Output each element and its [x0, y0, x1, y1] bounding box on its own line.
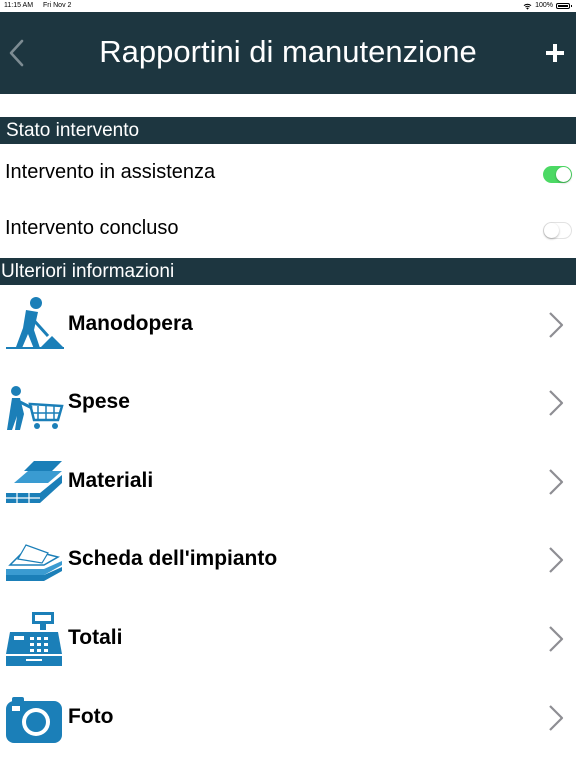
menu-item-scheda[interactable]: Scheda dell'impianto: [0, 521, 576, 599]
toggle-label: Intervento in assistenza: [5, 161, 216, 183]
page-title: Rapportini di manutenzione: [99, 34, 477, 69]
nav-bar: Rapportini di manutenzione: [0, 12, 576, 94]
bricks-icon: [6, 461, 62, 503]
menu-item-foto[interactable]: Foto: [0, 679, 576, 757]
toggle-knob: [544, 223, 559, 238]
worker-shovel-icon: [6, 297, 64, 349]
menu-item-label: Totali: [68, 626, 123, 649]
menu-item-label: Materiali: [68, 469, 154, 492]
menu-item-totali[interactable]: Totali: [0, 600, 576, 678]
battery-icon: [556, 3, 572, 9]
menu-item-label: Foto: [68, 705, 114, 728]
chevron-right-icon: [549, 547, 564, 573]
chevron-right-icon: [549, 469, 564, 495]
plus-icon[interactable]: [544, 42, 566, 64]
status-date: Fri Nov 2: [43, 2, 72, 9]
battery-percent: 100%: [535, 2, 553, 9]
chevron-right-icon: [549, 626, 564, 652]
toggle-switch-concluso[interactable]: [543, 222, 572, 239]
status-time: 11:15 AM: [4, 2, 34, 9]
section-header-ulteriori: Ulteriori informazioni: [0, 258, 576, 285]
toggle-label: Intervento concluso: [5, 217, 179, 239]
toggle-knob: [556, 167, 571, 182]
chevron-right-icon: [549, 705, 564, 731]
camera-icon: [6, 697, 62, 743]
toggle-switch-assistenza[interactable]: [543, 166, 572, 183]
section-title: Stato intervento: [6, 120, 140, 141]
section-header-stato: Stato intervento: [0, 117, 576, 144]
chevron-right-icon: [549, 390, 564, 416]
section-title: Ulteriori informazioni: [1, 261, 175, 282]
menu-item-label: Scheda dell'impianto: [68, 547, 278, 570]
toggle-row-concluso: Intervento concluso: [0, 203, 576, 255]
cash-register-icon: [6, 612, 62, 666]
menu-item-manodopera[interactable]: Manodopera: [0, 286, 576, 364]
menu-item-spese[interactable]: Spese: [0, 364, 576, 442]
status-bar: 11:15 AM Fri Nov 2 100%: [0, 0, 576, 12]
menu-item-label: Manodopera: [68, 312, 193, 335]
shopping-cart-icon: [7, 386, 64, 430]
menu-item-label: Spese: [68, 390, 130, 413]
menu-item-materiali[interactable]: Materiali: [0, 443, 576, 521]
wifi-icon: [523, 3, 532, 10]
toggle-row-assistenza: Intervento in assistenza: [0, 147, 576, 199]
chevron-right-icon: [549, 312, 564, 338]
papers-stack-icon: [6, 544, 62, 581]
